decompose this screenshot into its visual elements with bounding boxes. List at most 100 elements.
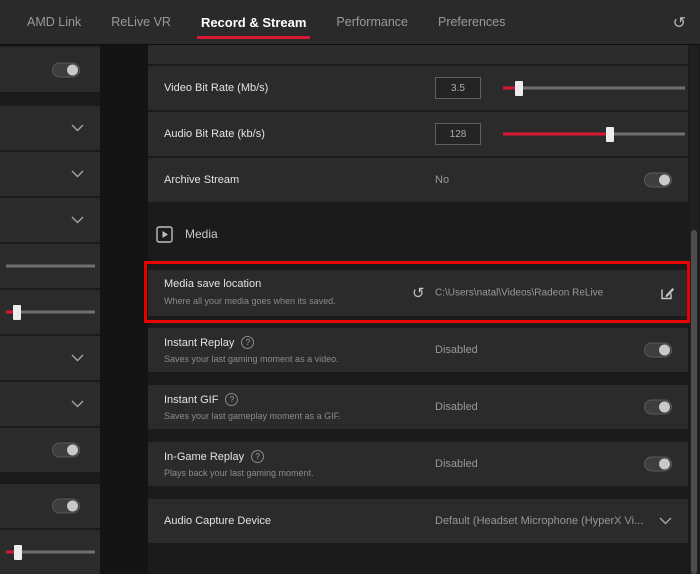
row-label: Instant Replay ? <box>164 336 255 349</box>
toggle-knob <box>67 64 78 75</box>
media-section-header: Media <box>148 220 688 248</box>
row-instant-replay: Instant Replay ? Saves your last gaming … <box>148 328 688 372</box>
audio-bitrate-slider[interactable] <box>503 126 685 142</box>
tab-preferences[interactable]: Preferences <box>423 0 520 44</box>
instant-gif-toggle[interactable] <box>644 399 672 415</box>
toggle-knob <box>67 500 78 512</box>
ingame-replay-value: Disabled <box>435 458 478 470</box>
toggle-knob <box>659 344 670 356</box>
tab-record-stream[interactable]: Record & Stream <box>186 0 321 44</box>
sidebar-toggle[interactable] <box>52 442 80 458</box>
scrollbar-thumb[interactable] <box>691 230 697 574</box>
tab-label: Record & Stream <box>200 14 307 30</box>
archive-stream-value: No <box>435 174 450 186</box>
tab-performance[interactable]: Performance <box>321 0 423 44</box>
row-description: Saves your last gaming moment as a video… <box>164 354 339 364</box>
sidebar-row[interactable] <box>0 152 100 196</box>
tab-label: Performance <box>336 15 408 29</box>
undo-icon[interactable]: ↺ <box>673 0 686 45</box>
edit-location-icon[interactable] <box>659 285 676 302</box>
row-label: Archive Stream <box>164 174 240 186</box>
slider-fill <box>503 80 524 96</box>
audio-capture-value: Default (Headset Microphone (HyperX Vi..… <box>435 515 644 527</box>
row-label-text: In-Game Replay <box>164 450 245 463</box>
instant-replay-toggle[interactable] <box>644 342 672 358</box>
row-label: Audio Capture Device <box>164 515 272 527</box>
sidebar-row <box>0 484 100 528</box>
slider-fill <box>503 126 615 142</box>
tab-relive-vr[interactable]: ReLive VR <box>96 0 186 44</box>
media-save-path: C:\Users\natal\Videos\Radeon ReLive <box>435 287 604 299</box>
media-section-title: Media <box>185 227 218 241</box>
chevron-down-icon <box>71 216 84 224</box>
sidebar-slider[interactable] <box>6 544 95 560</box>
ingame-replay-toggle[interactable] <box>644 456 672 472</box>
sidebar-row <box>0 428 100 472</box>
row-label: In-Game Replay ? <box>164 450 265 463</box>
video-bitrate-value-field[interactable]: 3.5 <box>435 77 481 99</box>
tab-label: ReLive VR <box>111 15 171 29</box>
sidebar-row <box>0 290 100 334</box>
sidebar-toggle[interactable] <box>52 498 80 514</box>
row-label: Instant GIF ? <box>164 393 239 406</box>
chevron-down-icon <box>71 400 84 408</box>
row-instant-gif: Instant GIF ? Saves your last gameplay m… <box>148 385 688 429</box>
sidebar-toggle[interactable] <box>52 62 80 77</box>
sidebar-row[interactable] <box>0 198 100 242</box>
row-ingame-replay: In-Game Replay ? Plays back your last ga… <box>148 442 688 486</box>
row-label-text: Instant Replay <box>164 336 235 349</box>
row-label-text: Instant GIF <box>164 393 219 406</box>
sidebar-row <box>0 244 100 288</box>
row-description: Plays back your last gaming moment. <box>164 468 314 478</box>
instant-replay-value: Disabled <box>435 344 478 356</box>
tab-label: Preferences <box>437 15 506 29</box>
instant-gif-value: Disabled <box>435 401 478 413</box>
row-media-save-location: Media save location Where all your media… <box>148 270 688 316</box>
sidebar-row[interactable] <box>0 382 100 426</box>
row-description: Saves your last gameplay moment as a GIF… <box>164 411 341 421</box>
sidebar-row <box>0 530 100 574</box>
audio-bitrate-value-field[interactable]: 128 <box>435 123 481 145</box>
slider-fill <box>6 304 21 320</box>
sidebar-slider[interactable] <box>6 304 95 320</box>
top-navbar: AMD Link ReLive VR Record & Stream Perfo… <box>0 0 700 45</box>
row-description: Where all your media goes when its saved… <box>164 296 336 306</box>
sidebar-content-gap <box>100 45 148 574</box>
toggle-knob <box>659 401 670 413</box>
slider-handle[interactable] <box>14 544 23 560</box>
row-label: Video Bit Rate (Mb/s) <box>164 82 269 94</box>
toggle-knob <box>659 458 670 470</box>
row-audio-capture-device[interactable]: Audio Capture Device Default (Headset Mi… <box>148 499 688 543</box>
video-bitrate-slider[interactable] <box>503 80 685 96</box>
sidebar-row[interactable] <box>0 336 100 380</box>
row-audio-bit-rate: Audio Bit Rate (kb/s) 128 <box>148 112 688 156</box>
slider-handle[interactable] <box>515 80 524 96</box>
radeon-settings-window: AMD Link ReLive VR Record & Stream Perfo… <box>0 0 700 574</box>
slider-fill <box>6 544 23 560</box>
archive-stream-toggle[interactable] <box>644 172 672 188</box>
tab-amd-link[interactable]: AMD Link <box>12 0 96 44</box>
slider-handle[interactable] <box>12 304 21 320</box>
help-icon[interactable]: ? <box>251 450 265 463</box>
slider-handle[interactable] <box>606 126 615 142</box>
sidebar-row[interactable] <box>0 106 100 150</box>
tab-label: AMD Link <box>27 15 82 29</box>
row-label: Audio Bit Rate (kb/s) <box>164 128 265 140</box>
active-tab-underline <box>196 36 311 39</box>
row-archive-stream: Archive Stream No <box>148 158 688 202</box>
chevron-down-icon <box>71 170 84 178</box>
chevron-down-icon[interactable] <box>659 517 672 525</box>
reset-location-icon[interactable]: ↺ <box>412 284 425 302</box>
sidebar-row <box>0 47 100 92</box>
media-icon <box>156 225 173 243</box>
toggle-knob <box>659 174 670 186</box>
row-partial-top <box>148 45 688 64</box>
chevron-down-icon <box>71 354 84 362</box>
toggle-knob <box>67 444 78 456</box>
row-video-bit-rate: Video Bit Rate (Mb/s) 3.5 <box>148 66 688 110</box>
sidebar-slider[interactable] <box>6 264 95 268</box>
chevron-down-icon <box>71 124 84 132</box>
help-icon[interactable]: ? <box>225 393 239 406</box>
row-label: Media save location <box>164 278 262 290</box>
help-icon[interactable]: ? <box>241 336 255 349</box>
